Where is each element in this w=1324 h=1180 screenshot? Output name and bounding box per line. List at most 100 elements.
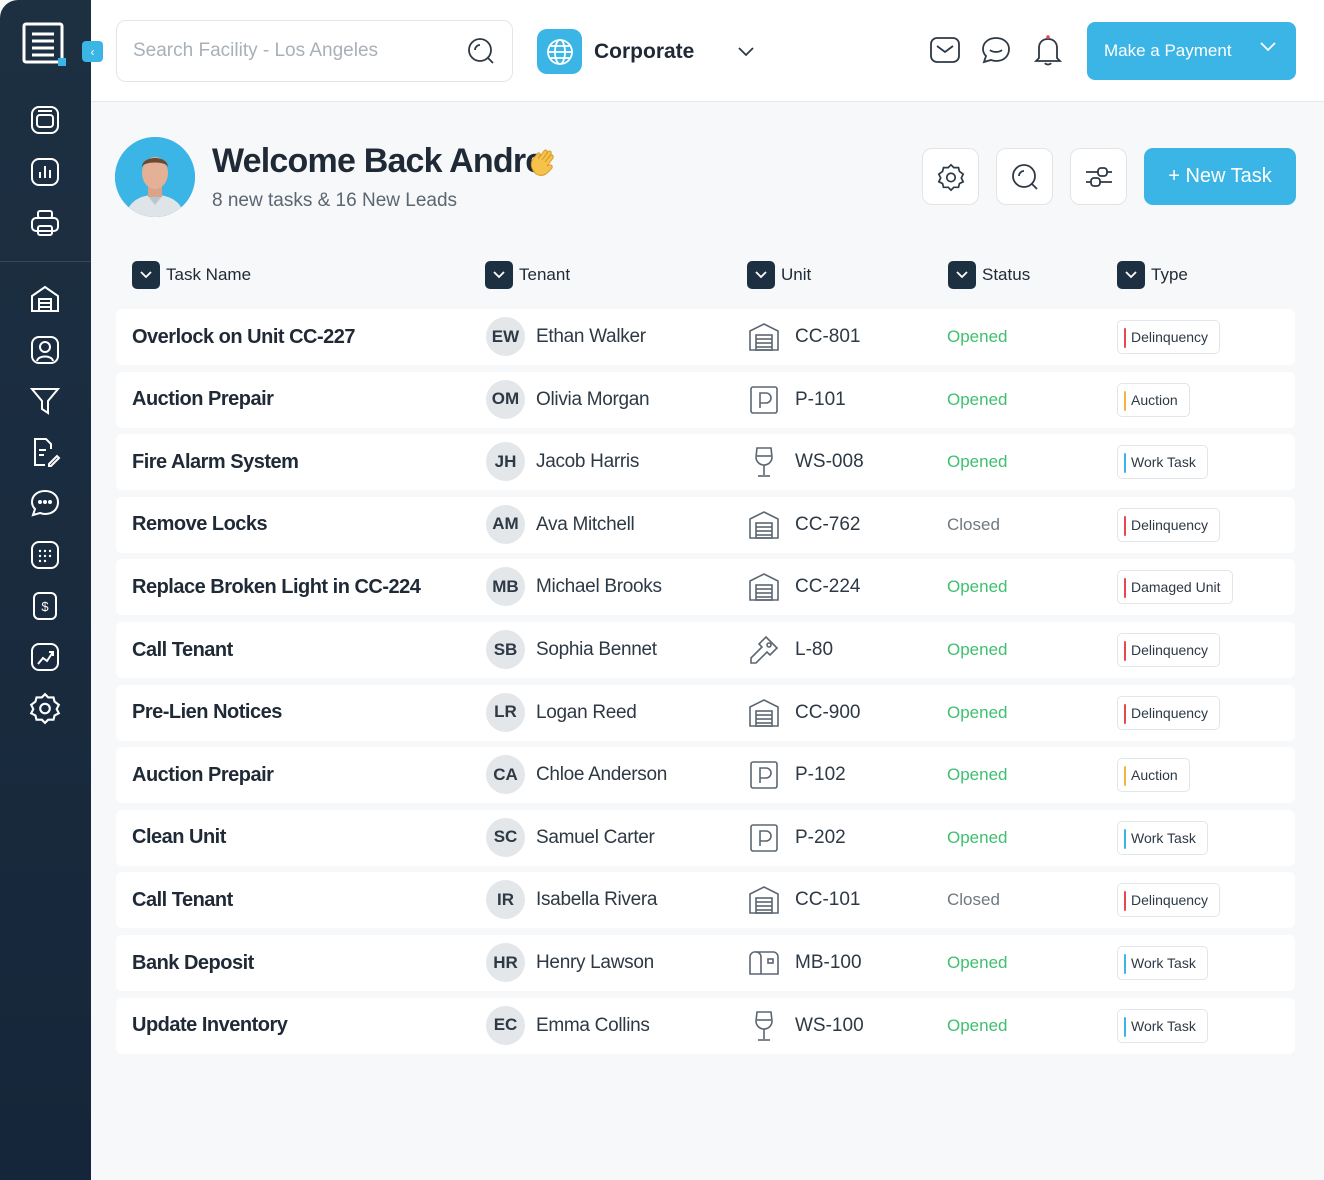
tenant-initials-avatar: HR [486, 943, 525, 982]
notification-bell-icon[interactable] [1030, 32, 1066, 68]
logo-icon[interactable] [22, 22, 68, 68]
status-text: Closed [947, 890, 1000, 910]
type-badge: Damaged Unit [1117, 570, 1233, 605]
table-row[interactable]: Auction Prepair CA Chloe Anderson P-102 Open… [116, 747, 1295, 804]
chevron-down-icon [1117, 261, 1145, 289]
column-label: Unit [781, 265, 812, 284]
table-row[interactable]: Call Tenant SB Sophia Bennet L-80 Opened Deli… [116, 622, 1295, 678]
calendar-icon[interactable] [27, 537, 63, 573]
growth-chart-icon[interactable] [27, 639, 63, 675]
tenant-initials-avatar: EC [486, 1005, 525, 1045]
user-icon[interactable] [27, 332, 63, 368]
filter-settings-button[interactable] [1070, 148, 1127, 205]
task-name: Pre-Lien Notices [132, 701, 282, 724]
edit-document-icon[interactable] [27, 434, 63, 470]
type-badge: Work Task [1117, 946, 1208, 980]
column-header-task-name[interactable]: Task Name [132, 261, 251, 289]
warehouse-icon[interactable] [27, 281, 63, 317]
filter-icon[interactable] [27, 383, 63, 419]
chevron-down-icon [1260, 42, 1276, 52]
table-row[interactable]: Pre-Lien Notices LR Logan Reed CC-900 Opened… [116, 684, 1295, 741]
analytics-icon[interactable] [27, 154, 63, 190]
tenant-name[interactable]: Ava Mitchell [536, 497, 635, 553]
tenant-name[interactable]: Samuel Carter [536, 810, 655, 866]
table-row[interactable]: Fire Alarm System JH Jacob Harris WS-008 Ope… [116, 434, 1295, 491]
type-badge: Work Task [1117, 820, 1208, 855]
table-row[interactable]: Remove Locks AM Ava Mitchell CC-762 Closed De… [116, 496, 1295, 553]
task-name: Auction Prepair [132, 763, 274, 786]
layers-icon[interactable] [27, 102, 63, 138]
unit-number[interactable]: CC-801 [795, 309, 860, 365]
table-row[interactable]: Auction Prepair OM Olivia Morgan P-101 Opene… [116, 371, 1295, 428]
column-header-tenant[interactable]: Tenant [485, 261, 570, 289]
unit-number[interactable]: MB-100 [795, 935, 862, 991]
tenant-name[interactable]: Logan Reed [536, 685, 637, 741]
billing-icon[interactable]: $ [27, 588, 63, 624]
messages-icon[interactable] [978, 32, 1014, 68]
tenant-name[interactable]: Jacob Harris [536, 434, 639, 490]
tenant-name[interactable]: Olivia Morgan [536, 372, 650, 428]
unit-number[interactable]: P-202 [795, 810, 846, 866]
svg-text:$: $ [41, 599, 49, 614]
parking-icon [748, 372, 780, 428]
status-text: Opened [947, 765, 1008, 785]
unit-number[interactable]: L-80 [795, 622, 833, 678]
mail-icon[interactable] [927, 32, 963, 68]
collapse-sidebar-button[interactable]: ‹ [82, 41, 103, 62]
unit-number[interactable]: P-101 [795, 372, 846, 428]
sidebar-divider [0, 261, 91, 262]
table-row[interactable]: Overlock on Unit CC-227 EW Ethan Walker CC-… [116, 309, 1295, 365]
tenant-initials-avatar: EW [486, 317, 525, 356]
column-header-status[interactable]: Status [948, 261, 1030, 289]
gear-icon [937, 163, 964, 191]
task-name: Bank Deposit [132, 951, 254, 974]
status-text: Opened [947, 953, 1008, 972]
chevron-down-icon [485, 261, 513, 289]
table-row[interactable]: Call Tenant IR Isabella Rivera CC-101 Closed… [116, 872, 1295, 929]
unit-number[interactable]: CC-762 [795, 497, 860, 553]
table-row[interactable]: Bank Deposit HR Henry Lawson MB-100 Opened Wo… [116, 935, 1295, 991]
tenant-initials-avatar: SB [486, 630, 525, 669]
status-text: Opened [947, 1015, 1008, 1035]
status-text: Opened [947, 327, 1008, 346]
unit-number[interactable]: P-102 [795, 747, 846, 803]
chevron-down-icon [738, 46, 754, 56]
unit-number[interactable]: CC-224 [795, 559, 860, 615]
task-name: Replace Broken Light in CC-224 [132, 575, 421, 598]
printer-icon[interactable] [27, 205, 63, 241]
column-header-unit[interactable]: Unit [747, 261, 811, 289]
search-icon[interactable] [466, 36, 496, 66]
column-header-type[interactable]: Type [1117, 261, 1188, 289]
storage-unit-icon [748, 685, 780, 741]
make-payment-button[interactable]: Make a Payment [1087, 22, 1296, 80]
column-label: Status [982, 265, 1031, 284]
tenant-name[interactable]: Sophia Bennet [536, 622, 657, 678]
new-task-button[interactable]: + New Task [1144, 148, 1296, 205]
tenant-name[interactable]: Ethan Walker [536, 309, 646, 365]
tenant-name[interactable]: Emma Collins [536, 998, 650, 1054]
tenant-name[interactable]: Isabella Rivera [536, 872, 657, 928]
settings-icon[interactable] [27, 690, 63, 726]
organization-selector[interactable]: Corporate [537, 29, 754, 74]
storage-unit-icon [748, 872, 780, 928]
user-avatar[interactable] [115, 137, 195, 217]
tenant-initials-avatar: OM [486, 379, 525, 419]
chat-icon[interactable] [27, 485, 63, 521]
unit-number[interactable]: WS-008 [795, 434, 864, 490]
unit-number[interactable]: CC-101 [795, 872, 860, 928]
tenant-name[interactable]: Chloe Anderson [536, 747, 667, 803]
tenant-initials-avatar: IR [486, 880, 525, 920]
tenant-name[interactable]: Michael Brooks [536, 559, 662, 615]
settings-button[interactable] [922, 148, 979, 205]
table-row[interactable]: Replace Broken Light in CC-224 MB Michael … [116, 559, 1295, 616]
search-tasks-button[interactable] [996, 148, 1053, 205]
table-row[interactable]: Clean Unit SC Samuel Carter P-202 Opened Work… [116, 809, 1295, 866]
search-input[interactable] [133, 40, 466, 62]
unit-number[interactable]: CC-900 [795, 685, 860, 741]
unit-number[interactable]: WS-100 [795, 998, 864, 1054]
task-name: Clean Unit [132, 826, 226, 849]
table-row[interactable]: Update Inventory EC Emma Collins WS-100 Open… [116, 997, 1295, 1054]
task-name: Fire Alarm System [132, 450, 299, 473]
parking-icon [748, 747, 780, 803]
tenant-name[interactable]: Henry Lawson [536, 935, 654, 991]
